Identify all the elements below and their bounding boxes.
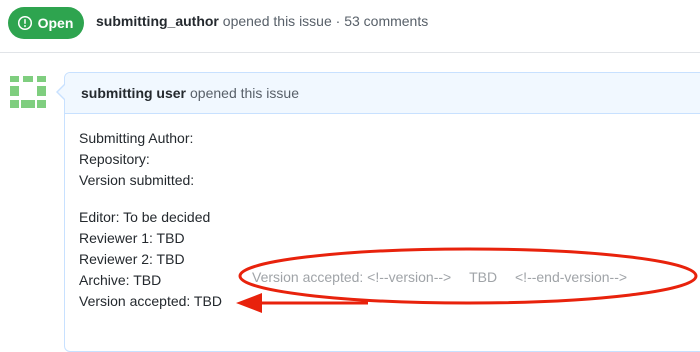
line-reviewer-2: Reviewer 2: TBD [79,251,185,267]
comment-action: opened this issue [190,85,299,101]
line-editor: Editor: To be decided [79,209,211,225]
comment-caret-inner [58,85,65,99]
hidden-end-marker: <!--end-version--> [515,269,628,285]
issue-header: Open submitting_author opened this issue… [0,0,700,52]
hidden-version-source: Version accepted: <!--version--> TBD <!-… [252,269,627,285]
issue-state-label: Open [37,15,74,31]
comment-user-link[interactable]: submitting user [81,85,186,101]
header-divider [0,52,700,53]
issue-meta: submitting_author opened this issue · 53… [96,13,428,29]
issue-state-badge: Open [8,7,84,39]
hidden-version-label: Version accepted: <!--version--> [252,269,452,285]
avatar[interactable] [8,72,48,112]
issue-opened-icon [17,15,32,31]
line-submitting-author: Submitting Author: [79,130,194,146]
hidden-version-value: TBD [469,269,498,285]
line-version-submitted: Version submitted: [79,172,195,188]
comment-header: submitting user opened this issue [65,73,700,114]
comment-count: 53 comments [344,13,429,29]
line-archive: Archive: TBD [79,272,162,288]
meta-separator: · [335,13,341,29]
line-reviewer-1: Reviewer 1: TBD [79,230,185,246]
line-version-accepted: Version accepted: TBD [79,293,222,309]
identicon-avatar [10,76,46,108]
issue-opened-text: opened this issue [222,13,332,29]
line-repository: Repository: [79,151,150,167]
issue-author-link[interactable]: submitting_author [96,13,219,29]
